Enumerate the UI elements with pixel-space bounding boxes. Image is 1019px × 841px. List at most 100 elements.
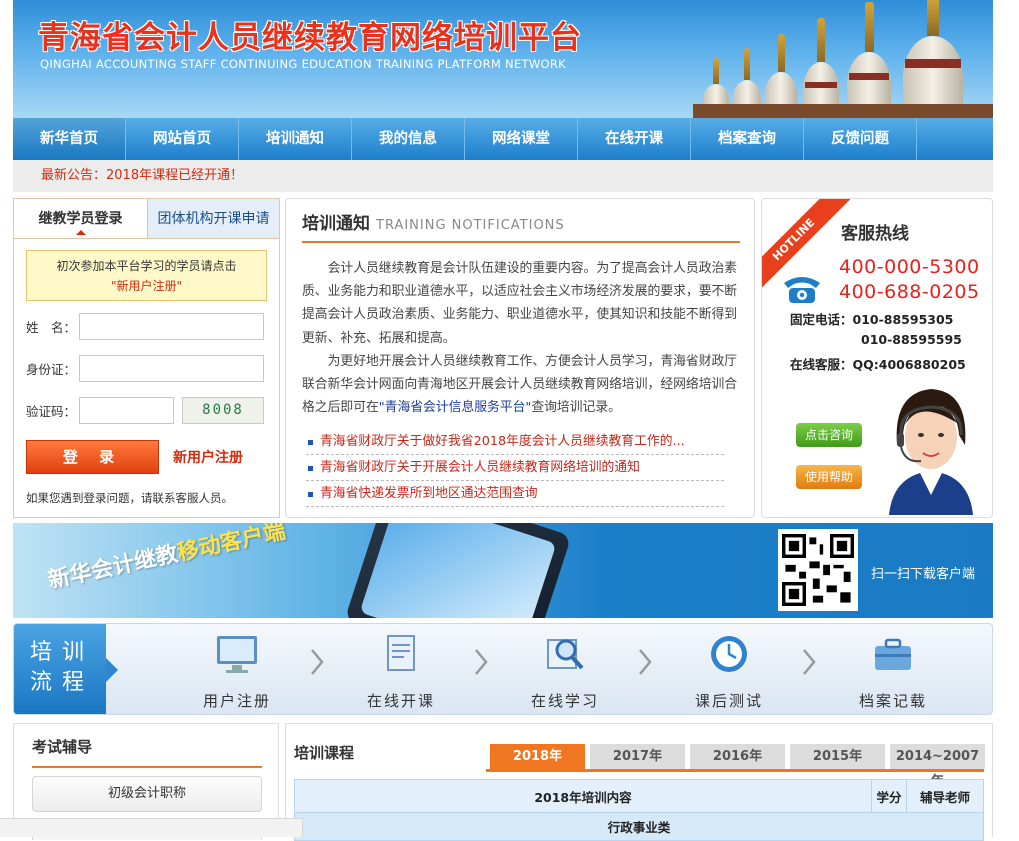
hotline-number-2: 400-688-0205 [839, 281, 980, 303]
year-tab-2017[interactable]: 2017年 [590, 744, 685, 769]
name-label: 姓 名： [26, 319, 77, 335]
briefcase-icon [875, 638, 911, 670]
chevron-right-icon [311, 649, 324, 675]
course-table: 2018年培训内容 学分 辅导老师 行政事业类 [294, 779, 984, 841]
banner-slogan-main: 新华会计继教 [45, 541, 181, 594]
id-label: 身份证： [26, 361, 77, 377]
nav-open-course[interactable]: 在线开课 [578, 118, 691, 160]
step-label: 课后测试 [694, 692, 763, 710]
col-content: 2018年培训内容 [294, 779, 872, 813]
phone-screen [359, 523, 557, 618]
fixed-phone-2: 010-88595595 [861, 332, 962, 347]
announcement-bar: 最新公告：2018年课程已经开通！ [13, 160, 993, 192]
site-subtitle: QINGHAI ACCOUNTING STAFF CONTINUING EDUC… [40, 57, 566, 71]
course-title: 培训课程 [294, 744, 355, 762]
hotline-title: 客服热线 [841, 224, 909, 244]
main-nav: 新华首页 网站首页 培训通知 我的信息 网络课堂 在线开课 档案查询 反馈问题 [13, 118, 993, 160]
tip-register-link[interactable]: "新用户注册" [27, 276, 266, 296]
process-label: 培训流程 [14, 624, 118, 714]
name-input[interactable] [79, 312, 264, 340]
id-row: 身份证： [26, 354, 279, 382]
tab-indicator-icon [76, 225, 86, 235]
step-label: 用户注册 [202, 692, 271, 710]
qr-code-icon [778, 529, 858, 611]
step-register[interactable]: 用户注册 [182, 632, 292, 711]
fixed-phone-1: 固定电话：010-88595305 [790, 312, 954, 327]
table-row: 行政事业类 [294, 812, 984, 841]
exam-item-junior-accounting[interactable]: 初级会计职称 [32, 776, 262, 812]
site-header: 青海省会计人员继续教育网络培训平台 QINGHAI ACCOUNTING STA… [13, 0, 993, 118]
tab-group-apply[interactable]: 团体机构开课申请 [147, 199, 279, 238]
info-platform-link[interactable]: "青海省会计信息服务平台" [379, 400, 532, 415]
hotline-number-1: 400-000-5300 [839, 256, 980, 278]
training-notice-title-en: TRAINING NOTIFICATIONS [376, 218, 565, 233]
login-button[interactable]: 登 录 [26, 440, 159, 474]
clock-icon [711, 636, 747, 672]
year-tab-2014-2007[interactable]: 2014~2007年 [890, 744, 985, 789]
nav-training-notice[interactable]: 培训通知 [239, 118, 352, 160]
chevron-right-icon [803, 649, 816, 675]
nav-feedback[interactable]: 反馈问题 [804, 118, 917, 160]
step-label: 在线学习 [530, 692, 599, 710]
year-tab-2015[interactable]: 2015年 [790, 744, 885, 769]
tip-text: 初次参加本平台学习的学员请点击 [56, 259, 237, 273]
news-item[interactable]: 青海省财政厅关于做好我省2018年度会计人员继续教育工作的... [306, 429, 724, 455]
news-list: 青海省财政厅关于做好我省2018年度会计人员继续教育工作的... 青海省财政厅关… [306, 429, 724, 507]
step-open-course[interactable]: 在线开课 [346, 632, 456, 711]
login-panel: 继教学员登录 团体机构开课申请 初次参加本平台学习的学员请点击 "新用户注册" … [13, 198, 280, 518]
login-actions: 登 录 新用户注册 [26, 440, 279, 474]
training-notice-panel: 培训通知 TRAINING NOTIFICATIONS 会计人员继续教育是会计队伍… [285, 198, 755, 518]
step-label: 档案记载 [858, 692, 927, 710]
login-help-text: 如果您遇到登录问题，请联系客服人员。 [26, 491, 233, 505]
col-teacher: 辅导老师 [906, 779, 984, 813]
course-table-header: 2018年培训内容 学分 辅导老师 [294, 779, 984, 813]
step-online-study[interactable]: 在线学习 [510, 632, 620, 711]
login-tabs: 继教学员登录 团体机构开课申请 [14, 199, 279, 239]
magnifier-icon [547, 639, 584, 670]
nav-archive-query[interactable]: 档案查询 [691, 118, 804, 160]
intro-p2-tail: 查询培训记录。 [531, 400, 621, 416]
news-item[interactable]: 青海省快递发票所到地区通达范围查询 [306, 481, 724, 507]
step-archive-record[interactable]: 档案记载 [838, 632, 948, 711]
hotline-panel: HOTLINE 客服热线 400-000-5300 400-688-0205 固… [761, 198, 993, 518]
training-notice-title: 培训通知 [302, 214, 370, 234]
banner-slogan: 新华会计继教移动客户端 [45, 523, 288, 595]
nav-online-class[interactable]: 网络课堂 [465, 118, 578, 160]
step-post-test[interactable]: 课后测试 [674, 632, 784, 711]
announcement-text[interactable]: 最新公告：2018年课程已经开通！ [41, 168, 243, 183]
name-row: 姓 名： [26, 312, 279, 340]
id-card-input[interactable] [79, 354, 264, 382]
new-user-tip: 初次参加本平台学习的学员请点击 "新用户注册" [26, 250, 267, 301]
training-course-panel: 培训课程 2018年 2017年 2016年 2015年 2014~2007年 … [285, 723, 993, 841]
nav-site-home[interactable]: 网站首页 [126, 118, 239, 160]
exam-guide-title: 考试辅导 [32, 736, 262, 768]
year-tab-2016[interactable]: 2016年 [690, 744, 785, 769]
nav-xinhua-home[interactable]: 新华首页 [13, 118, 126, 160]
captcha-input[interactable] [79, 396, 174, 424]
course-tab-underline [486, 769, 984, 772]
customer-service-agent-image [889, 389, 973, 515]
tab-student-login[interactable]: 继教学员登录 [14, 199, 147, 238]
captcha-image[interactable]: 8008 [182, 396, 264, 424]
chevron-right-icon [475, 649, 488, 675]
step-label: 在线开课 [366, 692, 435, 710]
training-process: 培训流程 用户注册 在线开课 在线学习 课后测试 档案记载 [13, 623, 993, 715]
category-row-admin[interactable]: 行政事业类 [294, 812, 984, 841]
consult-button[interactable]: 点击咨询 [796, 423, 862, 447]
training-intro: 会计人员继续教育是会计队伍建设的重要内容。为了提高会计人员政治素质、业务能力和职… [302, 257, 739, 419]
document-icon [387, 635, 415, 671]
captcha-label: 验证码： [26, 403, 77, 419]
mobile-app-banner[interactable]: 新华会计继教移动客户端 扫一扫下载客户端 [13, 523, 993, 618]
help-button[interactable]: 使用帮助 [796, 465, 862, 489]
training-notice-header: 培训通知 TRAINING NOTIFICATIONS [302, 209, 740, 243]
chevron-right-icon [639, 649, 652, 675]
year-tab-2018[interactable]: 2018年 [490, 744, 585, 769]
news-item[interactable]: 青海省财政厅关于开展会计人员继续教育网络培训的通知 [306, 455, 724, 481]
horizontal-scrollbar[interactable] [0, 818, 303, 837]
intro-paragraph-2: 为更好地开展会计人员继续教育工作、方便会计人员学习，青海省财政厅联合新华会计网面… [302, 350, 739, 420]
captcha-row: 验证码： 8008 [26, 396, 279, 424]
register-link[interactable]: 新用户注册 [173, 447, 243, 467]
nav-my-info[interactable]: 我的信息 [352, 118, 465, 160]
banner-slogan-highlight: 移动客户端 [175, 523, 288, 567]
online-service-qq: 在线客服：QQ:4006880205 [790, 357, 966, 372]
